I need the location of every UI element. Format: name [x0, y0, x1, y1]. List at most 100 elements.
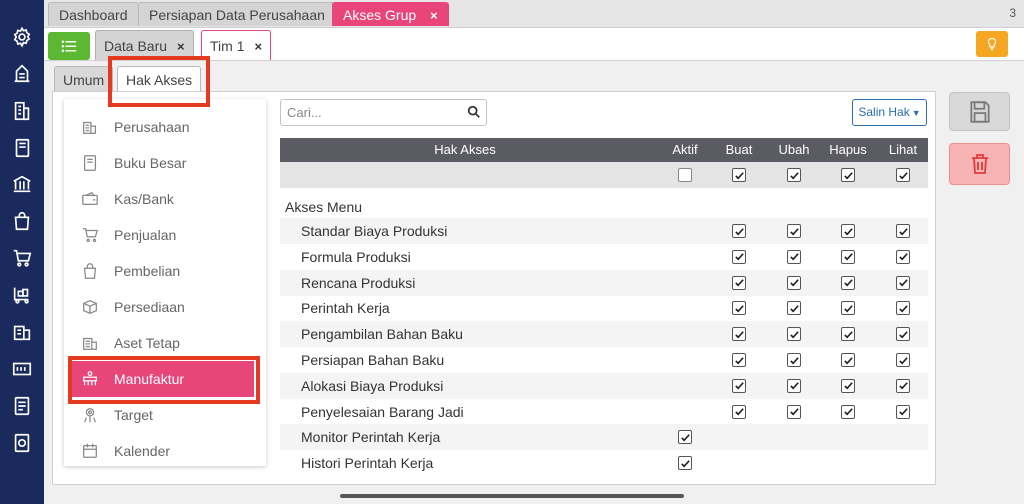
select-all-hapus-checkbox[interactable]: [841, 168, 855, 182]
lihat-checkbox[interactable]: [896, 224, 910, 238]
buat-checkbox[interactable]: [732, 327, 746, 342]
select-all-buat-checkbox[interactable]: [732, 168, 746, 182]
buat-checkbox[interactable]: [732, 353, 746, 367]
hapus-checkbox[interactable]: [841, 327, 855, 342]
search-input[interactable]: [281, 100, 456, 125]
tab-persiapan-data-perusahaan[interactable]: Persiapan Data Perusahaan: [138, 2, 336, 26]
lihat-checkbox[interactable]: [896, 404, 910, 419]
hapus-checkbox[interactable]: [841, 404, 855, 419]
bank-icon[interactable]: [10, 172, 34, 196]
table-row: Rencana Produksi: [280, 269, 928, 296]
row-label: Pengambilan Bahan Baku: [301, 326, 463, 343]
buat-checkbox[interactable]: [732, 275, 746, 290]
ubah-checkbox[interactable]: [787, 275, 801, 290]
shopping-cart-icon[interactable]: [10, 246, 34, 270]
category-kalender[interactable]: Kalender: [64, 433, 266, 469]
lihat-checkbox[interactable]: [896, 353, 910, 367]
tab-hak-akses[interactable]: Hak Akses: [117, 66, 202, 92]
tips-button[interactable]: [976, 31, 1008, 57]
wallet-icon: [80, 189, 100, 209]
lihat-checkbox[interactable]: [896, 327, 910, 342]
category-perusahaan[interactable]: Perusahaan: [64, 109, 266, 145]
app-sidebar: [0, 0, 44, 504]
ubah-checkbox[interactable]: [787, 378, 801, 393]
category-penjualan[interactable]: Penjualan: [64, 217, 266, 253]
hapus-checkbox[interactable]: [841, 301, 855, 316]
buat-checkbox[interactable]: [732, 301, 746, 316]
row-label: Monitor Perintah Kerja: [301, 429, 441, 446]
asset-building-icon[interactable]: [10, 320, 34, 344]
buat-checkbox[interactable]: [732, 404, 746, 419]
row-label: Histori Perintah Kerja: [301, 455, 434, 472]
search-icon[interactable]: [467, 105, 481, 122]
category-aset-tetap[interactable]: Aset Tetap: [64, 325, 266, 361]
tab-dashboard[interactable]: Dashboard: [48, 2, 139, 26]
buat-checkbox[interactable]: [732, 224, 746, 238]
lihat-checkbox[interactable]: [896, 275, 910, 290]
category-kas-bank[interactable]: Kas/Bank: [64, 181, 266, 217]
sales-bag-icon[interactable]: [10, 209, 34, 233]
hapus-checkbox[interactable]: [841, 249, 855, 264]
aktif-checkbox[interactable]: [678, 456, 692, 471]
ubah-checkbox[interactable]: [787, 404, 801, 419]
hapus-checkbox[interactable]: [841, 378, 855, 393]
select-all-ubah-checkbox[interactable]: [787, 168, 801, 182]
tab-akses-grup[interactable]: Akses Grup ×: [332, 2, 449, 26]
table-row: Standar Biaya Produksi: [280, 218, 928, 244]
buat-checkbox[interactable]: [732, 378, 746, 393]
table-header: Hak Akses Aktif Buat Ubah Hapus Lihat: [280, 138, 928, 162]
tab-count[interactable]: 3: [1009, 6, 1016, 20]
report-chart-icon[interactable]: [10, 431, 34, 455]
box-icon: [80, 297, 100, 317]
column-header-aktif: Aktif: [672, 142, 698, 157]
salin-hak-button[interactable]: Salin Hak ▼: [852, 99, 927, 126]
lihat-checkbox[interactable]: [896, 378, 910, 393]
hapus-checkbox[interactable]: [841, 353, 855, 367]
lightbulb-icon: [987, 37, 997, 51]
close-icon[interactable]: ×: [177, 39, 185, 54]
category-buku-besar[interactable]: Buku Besar: [64, 145, 266, 181]
tab-umum[interactable]: Umum: [54, 66, 114, 92]
shopping-bag-icon: [80, 261, 100, 281]
save-button[interactable]: [949, 92, 1010, 131]
hapus-checkbox[interactable]: [841, 224, 855, 238]
ubah-checkbox[interactable]: [787, 353, 801, 367]
office-icon[interactable]: [10, 99, 34, 123]
row-label: Standar Biaya Produksi: [301, 223, 448, 239]
lihat-checkbox[interactable]: [896, 249, 910, 264]
delete-button[interactable]: [949, 143, 1010, 185]
scrollbar[interactable]: [340, 494, 684, 498]
category-target[interactable]: Target: [64, 397, 266, 433]
category-manufaktur[interactable]: Manufaktur: [70, 361, 254, 397]
category-persediaan[interactable]: Persediaan: [64, 289, 266, 325]
lihat-checkbox[interactable]: [896, 301, 910, 316]
top-tab-strip: Dashboard Persiapan Data Perusahaan Akse…: [44, 0, 1024, 28]
inventory-cart-icon[interactable]: [10, 283, 34, 307]
calendar-icon: [80, 441, 100, 461]
tax-report-icon[interactable]: [10, 394, 34, 418]
aktif-checkbox[interactable]: [678, 430, 692, 445]
select-all-lihat-checkbox[interactable]: [896, 168, 910, 182]
buat-checkbox[interactable]: [732, 249, 746, 264]
settings-gear-icon[interactable]: [10, 25, 34, 49]
column-header-ubah: Ubah: [778, 142, 810, 157]
hapus-checkbox[interactable]: [841, 275, 855, 290]
close-icon[interactable]: ×: [430, 8, 438, 23]
ubah-checkbox[interactable]: [787, 224, 801, 238]
asset-icon: [80, 333, 100, 353]
select-all-aktif-checkbox[interactable]: [678, 168, 692, 182]
tab-data-baru[interactable]: Data Baru ×: [95, 30, 194, 60]
ubah-checkbox[interactable]: [787, 249, 801, 264]
table-row: Histori Perintah Kerja: [280, 450, 928, 476]
table-row: Persiapan Bahan Baku: [280, 347, 928, 373]
company-building-icon[interactable]: [10, 61, 34, 85]
list-view-button[interactable]: [48, 32, 90, 60]
ubah-checkbox[interactable]: [787, 327, 801, 342]
ubah-checkbox[interactable]: [787, 301, 801, 316]
tab-tim-1[interactable]: Tim 1 ×: [201, 30, 272, 60]
column-header-hapus: Hapus: [829, 142, 867, 157]
manufacture-icon[interactable]: [10, 357, 34, 381]
category-pembelian[interactable]: Pembelian: [64, 253, 266, 289]
close-icon[interactable]: ×: [254, 39, 262, 54]
ledger-book-icon[interactable]: [10, 136, 34, 160]
